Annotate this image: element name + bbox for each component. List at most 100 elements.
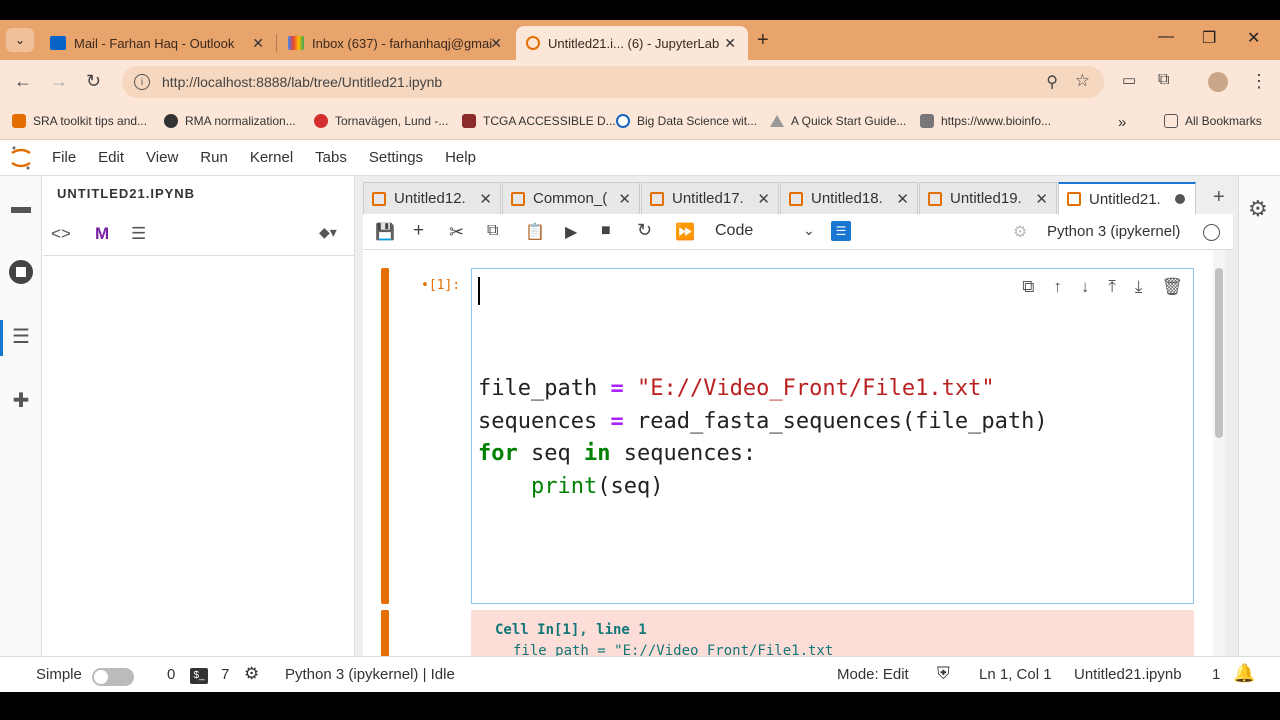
close-icon[interactable]: ✕ bbox=[479, 190, 492, 208]
close-icon[interactable]: ✕ bbox=[896, 190, 909, 208]
terminal-icon[interactable]: $_ bbox=[190, 668, 208, 684]
menu-tabs[interactable]: Tabs bbox=[315, 149, 347, 166]
interrupt-icon[interactable]: ■ bbox=[601, 222, 611, 240]
bookmark-star-icon[interactable]: ☆ bbox=[1075, 71, 1090, 91]
code-cell-editor[interactable]: ⧉ ↑ ↓ ⤒ ⤓ 🗑 file_path = "E://Video_Front… bbox=[471, 268, 1194, 604]
menu-settings[interactable]: Settings bbox=[369, 149, 423, 166]
document-tabs: Untitled12. ✕ Common_(✕ Untitled17. ✕ Unti… bbox=[363, 178, 1233, 214]
browser-tab-outlook[interactable]: Mail - Farhan Haq - Outlook ✕ bbox=[40, 26, 277, 60]
menu-file[interactable]: File bbox=[52, 149, 76, 166]
kernel-idle-icon bbox=[1203, 224, 1220, 241]
tag-dropdown-icon[interactable]: ◆▾ bbox=[319, 224, 337, 241]
bookmark-item[interactable]: https://www.bioinfo... bbox=[920, 114, 1051, 128]
bookmark-item[interactable]: RMA normalization... bbox=[164, 114, 296, 128]
menu-edit[interactable]: Edit bbox=[98, 149, 124, 166]
move-down-icon[interactable]: ↓ bbox=[1081, 277, 1090, 297]
duplicate-cell-icon[interactable]: ⧉ bbox=[1022, 277, 1034, 297]
close-icon[interactable]: ✕ bbox=[757, 190, 770, 208]
doc-tab[interactable]: Untitled19. ✕ bbox=[919, 182, 1057, 214]
extensions-puzzle-icon[interactable]: ✚ bbox=[9, 388, 33, 412]
doc-tab-active[interactable]: Untitled21. bbox=[1058, 182, 1196, 214]
back-icon[interactable]: ← bbox=[14, 71, 32, 92]
bookmark-item[interactable]: Tornavägen, Lund -... bbox=[314, 114, 448, 128]
bookmark-item[interactable]: Big Data Science wit... bbox=[616, 114, 757, 128]
simple-mode-toggle[interactable] bbox=[92, 668, 134, 686]
close-icon[interactable]: ✕ bbox=[618, 190, 631, 208]
doc-tab[interactable]: Untitled18. ✕ bbox=[780, 182, 918, 214]
github-icon bbox=[164, 114, 178, 128]
bookmark-item[interactable]: A Quick Start Guide... bbox=[770, 114, 906, 128]
running-sessions-icon[interactable] bbox=[9, 260, 33, 284]
folder-icon[interactable]: ▬ bbox=[9, 196, 33, 220]
close-tab-icon[interactable]: ✕ bbox=[490, 35, 502, 52]
property-inspector-gear-icon[interactable]: ⚙ bbox=[1248, 196, 1268, 222]
kernel-name[interactable]: Python 3 (ipykernel) bbox=[1047, 223, 1180, 240]
new-tab-icon[interactable]: + bbox=[757, 29, 769, 52]
output-collapser[interactable] bbox=[381, 610, 389, 656]
save-icon[interactable]: 💾 bbox=[375, 222, 395, 242]
numbered-list-icon[interactable]: ☰ bbox=[131, 224, 146, 244]
close-icon[interactable]: ✕ bbox=[1035, 190, 1048, 208]
run-icon[interactable]: ▶ bbox=[565, 222, 577, 242]
trust-shield-icon[interactable]: ⛨ bbox=[937, 664, 950, 684]
doc-tab[interactable]: Untitled17. ✕ bbox=[641, 182, 779, 214]
code-token: = bbox=[597, 376, 637, 401]
insert-below-icon[interactable]: ⤓ bbox=[1135, 277, 1143, 297]
tab-search-button[interactable]: ⌄ bbox=[6, 28, 34, 52]
chevron-down-icon[interactable]: ⌄ bbox=[803, 222, 815, 239]
menu-kernel[interactable]: Kernel bbox=[250, 149, 293, 166]
code-content[interactable]: file_path = "E://Video_Front/File1.txt" … bbox=[478, 373, 1048, 503]
menu-view[interactable]: View bbox=[146, 149, 178, 166]
property-inspector-icon[interactable]: ☰ bbox=[831, 221, 851, 241]
add-tab-icon[interactable]: + bbox=[1213, 186, 1225, 209]
insert-above-icon[interactable]: ⤒ bbox=[1108, 277, 1116, 297]
navigation-bar: ← → ↻ i http://localhost:8888/lab/tree/U… bbox=[0, 60, 1280, 104]
restore-icon[interactable]: ❐ bbox=[1202, 28, 1216, 48]
move-up-icon[interactable]: ↑ bbox=[1053, 277, 1062, 297]
more-bookmarks-icon[interactable]: » bbox=[1118, 114, 1126, 131]
doc-tab[interactable]: Untitled12. ✕ bbox=[363, 182, 501, 214]
jupyter-logo-icon bbox=[10, 145, 32, 171]
delete-cell-icon[interactable]: 🗑 bbox=[1161, 277, 1183, 297]
restart-icon[interactable]: ↻ bbox=[637, 220, 652, 241]
reload-icon[interactable]: ↻ bbox=[86, 71, 101, 92]
bookmark-item[interactable]: TCGA ACCESSIBLE D... bbox=[462, 114, 616, 128]
copy-icon[interactable]: ⧉ bbox=[487, 222, 498, 240]
profile-avatar[interactable] bbox=[1208, 72, 1228, 92]
extensions-icon[interactable]: ⧉ bbox=[1158, 71, 1169, 89]
doc-tab[interactable]: Common_(✕ bbox=[502, 182, 640, 214]
cell-type-select[interactable]: Code bbox=[715, 222, 753, 240]
cell-collapser[interactable] bbox=[381, 268, 389, 604]
tab-separator bbox=[276, 34, 277, 52]
code-icon[interactable]: <> bbox=[51, 224, 71, 244]
menu-run[interactable]: Run bbox=[200, 149, 228, 166]
browser-tab-gmail[interactable]: Inbox (637) - farhanhaqj@gmai ✕ bbox=[278, 26, 514, 60]
kernel-gear-icon[interactable]: ⚙ bbox=[244, 664, 259, 684]
address-bar[interactable]: i http://localhost:8888/lab/tree/Untitle… bbox=[122, 66, 1104, 98]
all-bookmarks-button[interactable]: All Bookmarks bbox=[1164, 114, 1262, 128]
forward-icon[interactable]: → bbox=[50, 71, 68, 92]
kebab-menu-icon[interactable]: ⋮ bbox=[1250, 71, 1268, 92]
browser-tab-jupyterlab[interactable]: Untitled21.i... (6) - JupyterLab ✕ bbox=[516, 26, 748, 60]
notebook-scrollbar[interactable] bbox=[1213, 250, 1225, 656]
table-of-contents-icon[interactable]: ☰ bbox=[9, 324, 33, 348]
zoom-icon[interactable]: ⚲ bbox=[1046, 72, 1058, 92]
reading-list-icon[interactable]: ▭ bbox=[1122, 71, 1136, 89]
close-tab-icon[interactable]: ✕ bbox=[252, 35, 264, 52]
menu-help[interactable]: Help bbox=[445, 149, 476, 166]
fast-forward-icon[interactable]: ⏩ bbox=[675, 222, 695, 242]
kernel-status[interactable]: Python 3 (ipykernel) | Idle bbox=[285, 666, 455, 683]
markdown-icon[interactable]: M bbox=[95, 224, 109, 244]
cursor-position[interactable]: Ln 1, Col 1 bbox=[979, 666, 1052, 683]
scrollbar-thumb[interactable] bbox=[1215, 268, 1223, 438]
minimize-icon[interactable]: — bbox=[1158, 28, 1174, 46]
cut-icon[interactable]: ✂ bbox=[449, 222, 464, 243]
unsaved-dot-icon[interactable] bbox=[1175, 194, 1185, 204]
paste-icon[interactable]: 📋 bbox=[525, 222, 545, 242]
close-window-icon[interactable]: ✕ bbox=[1247, 28, 1260, 48]
site-info-icon[interactable]: i bbox=[134, 74, 150, 90]
close-tab-icon[interactable]: ✕ bbox=[724, 35, 736, 52]
bookmark-item[interactable]: SRA toolkit tips and... bbox=[12, 114, 147, 128]
insert-cell-icon[interactable]: + bbox=[413, 220, 424, 242]
bell-icon[interactable]: 🔔 bbox=[1233, 663, 1255, 684]
